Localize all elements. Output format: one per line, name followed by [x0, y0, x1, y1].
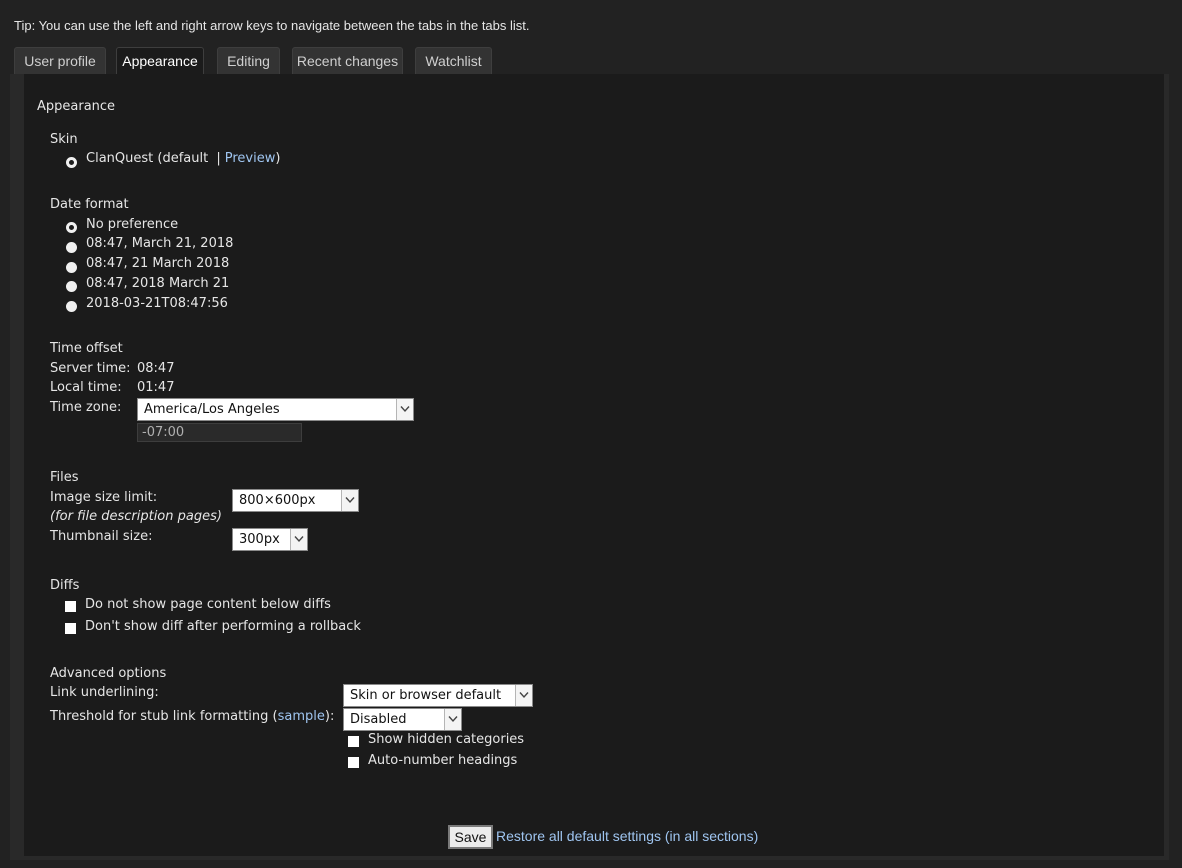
link-underlining-value: Skin or browser default: [350, 688, 502, 703]
date-option-label: 08:47, March 21, 2018: [86, 236, 234, 251]
restore-defaults-link[interactable]: Restore all default settings (in all sec…: [496, 828, 758, 844]
chevron-down-icon[interactable]: [341, 490, 358, 511]
auto-number-checkbox[interactable]: [348, 757, 359, 768]
tab-user-profile[interactable]: User profile: [14, 47, 106, 75]
preferences-panel-inner: [24, 74, 1164, 856]
thumbnail-size-value: 300px: [239, 532, 280, 547]
tab-recent-changes[interactable]: Recent changes: [292, 47, 403, 75]
date-option-label: 08:47, 2018 March 21: [86, 276, 230, 291]
hidden-categories-label: Show hidden categories: [368, 732, 525, 747]
image-size-select[interactable]: 800×600px: [232, 489, 359, 512]
tab-appearance[interactable]: Appearance: [116, 47, 204, 76]
save-button[interactable]: Save: [448, 825, 493, 849]
date-option-label: 2018-03-21T08:47:56: [86, 296, 228, 311]
local-time-label: Local time:: [50, 380, 122, 395]
skin-title: Skin: [50, 132, 78, 147]
link-underlining-label: Link underlining:: [50, 685, 159, 700]
date-radio-3[interactable]: [66, 281, 77, 292]
date-radio-4[interactable]: [66, 301, 77, 312]
stub-threshold-label-post: ):: [324, 709, 335, 724]
diff-checkbox-0[interactable]: [65, 601, 76, 612]
diff-option-label: Don't show diff after performing a rollb…: [85, 619, 361, 634]
stub-threshold-select[interactable]: Disabled: [343, 708, 462, 731]
diff-option-label: Do not show page content below diffs: [85, 597, 331, 612]
chevron-down-icon[interactable]: [515, 685, 532, 706]
skin-preview-link[interactable]: Preview: [225, 151, 276, 166]
chevron-down-icon[interactable]: [444, 709, 461, 730]
date-option-label: No preference: [86, 217, 179, 232]
image-size-value: 800×600px: [239, 493, 316, 508]
server-time-label: Server time:: [50, 361, 131, 376]
date-format-title: Date format: [50, 197, 129, 212]
link-underlining-select[interactable]: Skin or browser default: [343, 684, 533, 707]
chevron-down-icon[interactable]: [290, 529, 307, 550]
time-offset-field: -07:00: [137, 423, 302, 442]
preferences-panel: [10, 74, 1169, 860]
diffs-title: Diffs: [50, 578, 80, 593]
tip-text: Tip: You can use the left and right arro…: [14, 18, 530, 33]
date-radio-2[interactable]: [66, 262, 77, 273]
hidden-categories-checkbox[interactable]: [348, 736, 359, 747]
time-offset-title: Time offset: [50, 341, 123, 356]
date-radio-0[interactable]: [66, 222, 77, 233]
skin-separator: |: [216, 151, 221, 166]
tab-editing[interactable]: Editing: [217, 47, 280, 75]
date-radio-1[interactable]: [66, 242, 77, 253]
section-heading-appearance: Appearance: [37, 99, 116, 114]
date-option-label: 08:47, 21 March 2018: [86, 256, 230, 271]
skin-option-label: ClanQuest (default: [86, 151, 209, 166]
auto-number-label: Auto-number headings: [368, 753, 518, 768]
diff-checkbox-1[interactable]: [65, 623, 76, 634]
stub-threshold-label: Threshold for stub link formatting (samp…: [50, 709, 334, 724]
time-zone-label: Time zone:: [50, 400, 122, 415]
server-time-value: 08:47: [137, 361, 175, 376]
stub-sample-link[interactable]: sample: [278, 709, 325, 724]
stub-threshold-value: Disabled: [350, 712, 407, 727]
time-zone-value: America/Los Angeles: [144, 402, 280, 417]
local-time-value: 01:47: [137, 380, 175, 395]
thumbnail-size-label: Thumbnail size:: [50, 529, 153, 544]
thumbnail-size-select[interactable]: 300px: [232, 528, 308, 551]
tab-watchlist[interactable]: Watchlist: [415, 47, 492, 75]
skin-option-row: ClanQuest (default | Preview): [86, 151, 280, 166]
skin-radio-clanquest[interactable]: [66, 157, 77, 168]
advanced-options-title: Advanced options: [50, 666, 167, 681]
stub-threshold-label-pre: Threshold for stub link formatting (: [50, 709, 278, 724]
files-title: Files: [50, 470, 79, 485]
image-size-note: (for file description pages): [50, 509, 222, 524]
skin-option-close: ): [275, 151, 281, 166]
time-zone-select[interactable]: America/Los Angeles: [137, 398, 414, 421]
chevron-down-icon[interactable]: [396, 399, 413, 420]
image-size-label: Image size limit:: [50, 490, 158, 505]
